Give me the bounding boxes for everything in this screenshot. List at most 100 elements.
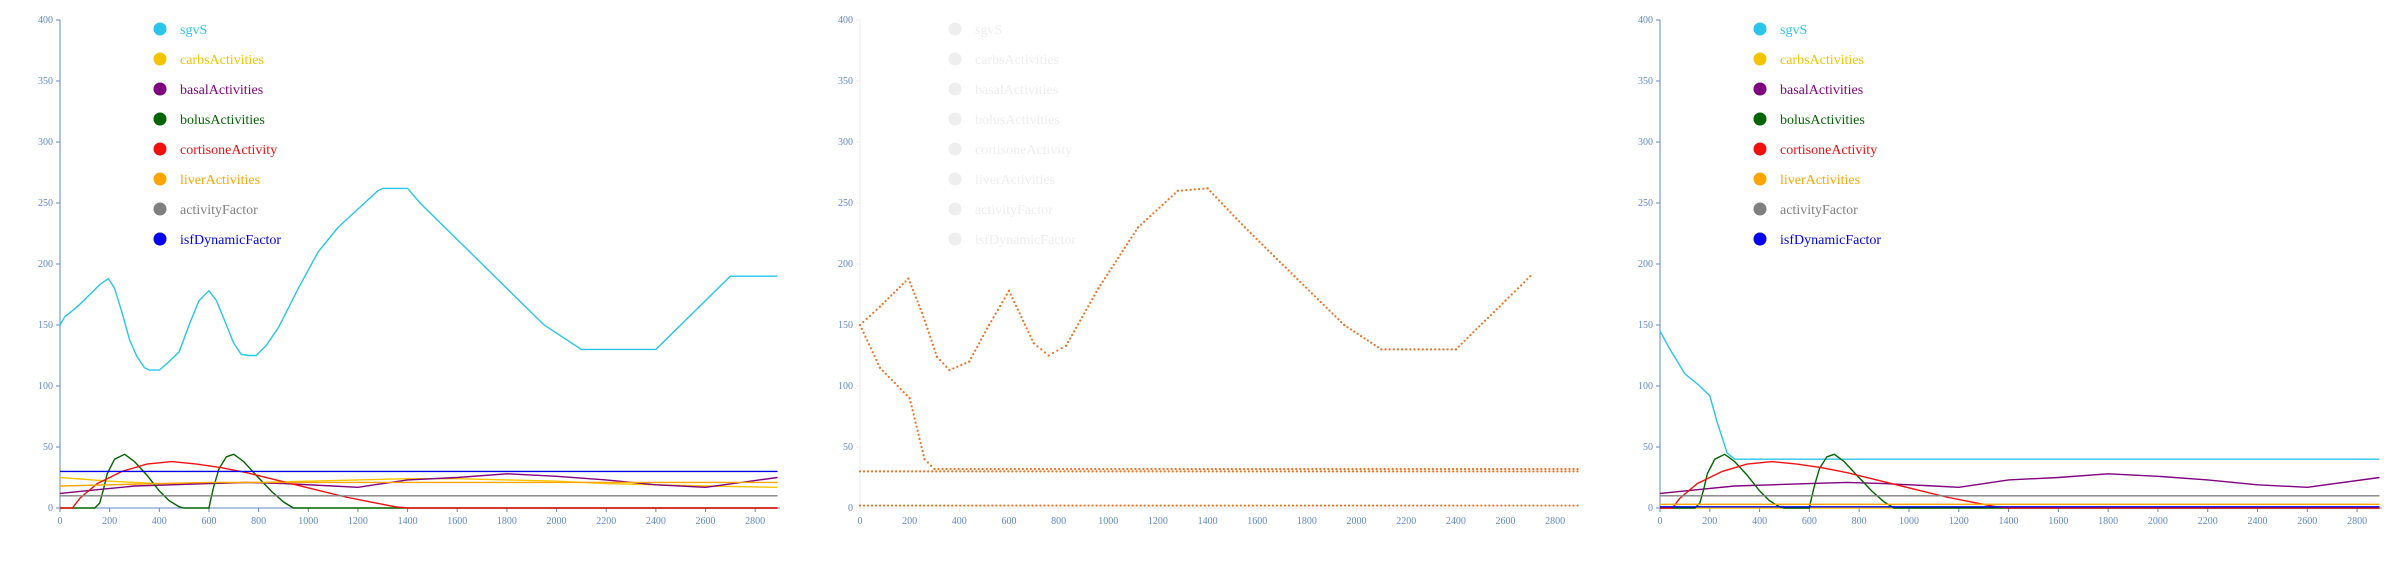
data-point-sgvS [1009, 293, 1012, 296]
data-point-sgvS [999, 304, 1002, 308]
data-point-sgvS [922, 315, 925, 318]
data-point-sgvS [1235, 217, 1238, 220]
data-point-sgvS [1343, 323, 1346, 327]
data-point-basalActivities [1440, 470, 1443, 473]
data-point-bolusActivities [1091, 504, 1094, 507]
data-point-bolusActivities [1099, 504, 1102, 507]
legend-marker-activityFactor [1753, 202, 1767, 216]
data-point-carbsActivities [1230, 467, 1233, 471]
data-point-sgvS [1167, 198, 1170, 201]
data-point-bolusActivities [1067, 504, 1070, 507]
legend-marker-cortisoneActivity [1753, 142, 1767, 156]
chart-right: 0 50 100 150 200 250 300 350 400 0 200 400 600 800 100… [1638, 15, 2382, 527]
legend-marker-activityFactor [948, 202, 962, 216]
data-point-carbsActivities [1548, 467, 1551, 471]
data-point-sgvS [911, 288, 915, 292]
data-point-bolusActivities [1400, 504, 1403, 507]
data-point-basalActivities [1139, 470, 1142, 473]
data-point-bolusActivities [1259, 504, 1262, 507]
data-point-sgvS [1310, 292, 1314, 295]
data-point-bolusActivities [1540, 504, 1543, 507]
data-point-basalActivities [1327, 470, 1331, 473]
data-point-basalActivities [1339, 470, 1343, 473]
data-point-sgvS [1023, 323, 1027, 326]
x-tick-label: 1400 [398, 516, 418, 527]
data-point-sgvS [1223, 205, 1226, 208]
data-point-bolusActivities [1155, 504, 1158, 507]
data-point-basalActivities [1235, 470, 1238, 473]
data-point-carbsActivities [961, 467, 964, 471]
data-point-sgvS [1463, 339, 1466, 342]
data-point-bolusActivities [874, 504, 878, 507]
data-point-basalActivities [1155, 470, 1158, 473]
data-point-basalActivities [1275, 470, 1278, 473]
data-point-bolusActivities [1223, 504, 1226, 507]
data-point-basalActivities [1143, 470, 1146, 473]
data-point-basalActivities [1295, 470, 1299, 473]
data-point-carbsActivities [869, 347, 872, 350]
x-tick-label: 1200 [1148, 516, 1168, 527]
data-point-bolusActivities [1247, 504, 1250, 507]
data-point-bolusActivities [975, 504, 978, 507]
data-point-bolusActivities [1464, 504, 1467, 507]
data-point-sgvS [1498, 305, 1501, 308]
data-point-basalActivities [1323, 470, 1327, 473]
data-point-bolusActivities [1047, 504, 1050, 507]
data-point-bolusActivities [1468, 504, 1471, 507]
data-point-bolusActivities [1396, 504, 1399, 507]
y-tick-label: 100 [38, 381, 53, 392]
data-point-basalActivities [1151, 470, 1154, 473]
data-point-carbsActivities [1524, 467, 1527, 471]
data-point-carbsActivities [923, 458, 926, 461]
data-point-sgvS [1185, 189, 1188, 192]
data-point-bolusActivities [1456, 504, 1459, 507]
data-point-basalActivities [1367, 470, 1371, 473]
data-point-basalActivities [1343, 470, 1347, 473]
data-point-bolusActivities [1295, 504, 1299, 507]
legend-label-activityFactor: activityFactor [1780, 203, 1858, 218]
data-point-sgvS [1193, 188, 1196, 191]
data-point-carbsActivities [866, 339, 869, 342]
data-point-basalActivities [1183, 470, 1186, 473]
data-point-carbsActivities [1387, 467, 1390, 471]
y-tick-label: 150 [38, 320, 53, 331]
data-point-basalActivities [1023, 470, 1026, 473]
data-point-basalActivities [1123, 470, 1126, 473]
data-point-sgvS [1261, 243, 1264, 246]
data-point-basalActivities [1524, 470, 1527, 473]
data-point-carbsActivities [1455, 467, 1459, 471]
x-tick-label: 400 [152, 516, 167, 527]
x-tick-label: 2600 [1496, 516, 1516, 527]
data-point-sgvS [913, 292, 916, 295]
data-point-sgvS [1073, 330, 1076, 333]
series-line-sgvS [1659, 330, 2380, 460]
x-tick-label: 2800 [745, 516, 765, 527]
data-point-basalActivities [1432, 470, 1435, 473]
data-point-carbsActivities [1415, 467, 1418, 471]
x-tick-label: 1000 [298, 516, 318, 527]
data-point-basalActivities [1031, 470, 1034, 473]
data-point-basalActivities [1255, 470, 1258, 473]
data-point-carbsActivities [1130, 467, 1133, 471]
data-point-basalActivities [1319, 470, 1323, 473]
data-point-bolusActivities [931, 504, 934, 507]
data-point-carbsActivities [1254, 467, 1258, 471]
data-point-basalActivities [1488, 470, 1491, 473]
data-point-bolusActivities [971, 504, 974, 507]
data-point-carbsActivities [1098, 467, 1101, 471]
data-point-carbsActivities [1423, 467, 1426, 471]
data-point-basalActivities [1207, 470, 1210, 473]
data-point-bolusActivities [1287, 504, 1291, 507]
data-point-sgvS [1020, 315, 1023, 319]
data-point-basalActivities [1315, 470, 1319, 473]
data-point-bolusActivities [1347, 504, 1351, 507]
data-point-bolusActivities [1548, 504, 1551, 507]
x-tick-label: 1400 [1198, 516, 1218, 527]
data-point-carbsActivities [1118, 467, 1121, 471]
data-point-carbsActivities [1287, 467, 1290, 471]
data-point-bolusActivities [1428, 504, 1431, 507]
x-tick-label: 2800 [1545, 516, 1565, 527]
data-point-carbsActivities [1568, 467, 1571, 471]
data-point-basalActivities [907, 470, 910, 473]
data-point-bolusActivities [886, 504, 890, 507]
